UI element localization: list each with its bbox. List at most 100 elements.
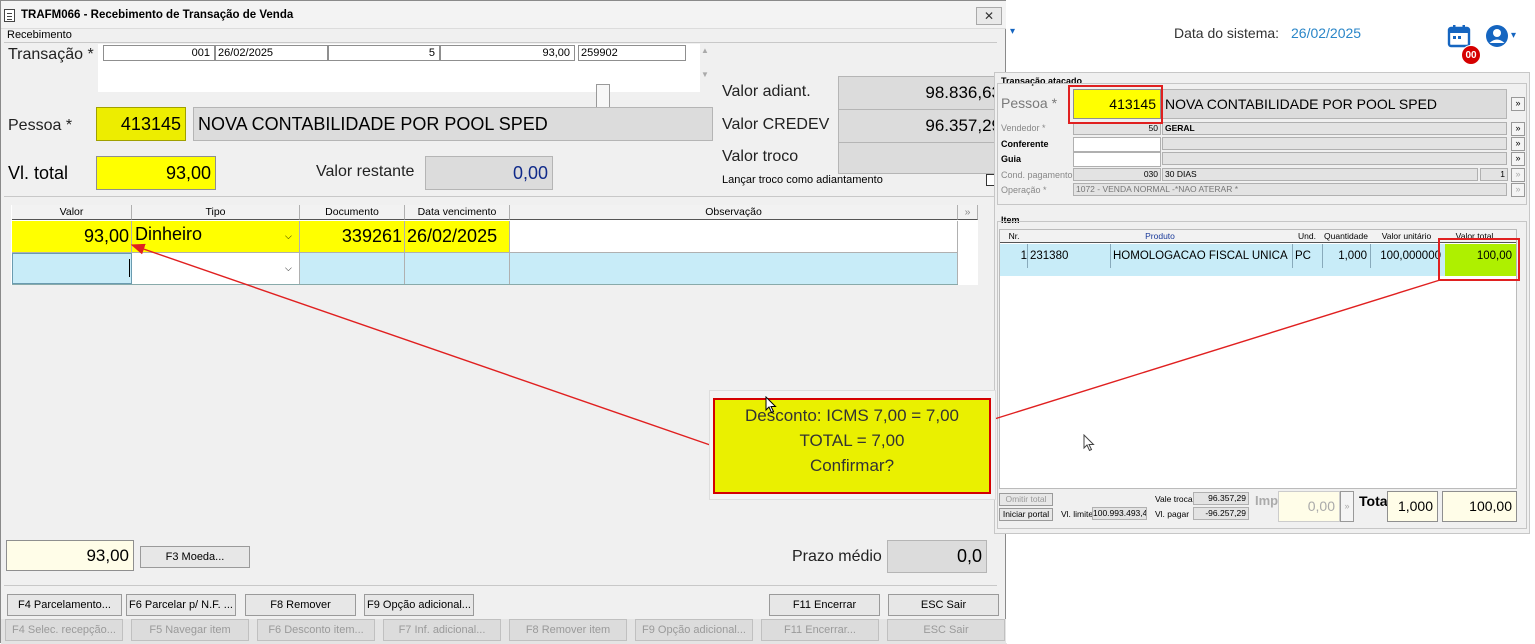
transacao-date[interactable]: 26/02/2025 xyxy=(215,45,328,61)
vendedor-label: Vendedor * xyxy=(1001,123,1046,133)
conferente-label: Conferente xyxy=(1001,139,1049,149)
row-observacao[interactable] xyxy=(510,221,958,252)
new-observacao[interactable] xyxy=(510,253,958,284)
lancar-troco-label: Lançar troco como adiantamento xyxy=(722,174,883,186)
vltotal-field[interactable]: 93,00 xyxy=(96,156,216,190)
col-quantidade[interactable]: Quantidade xyxy=(1322,230,1370,242)
conferente-code[interactable] xyxy=(1073,137,1161,152)
vpagar-field: -96.257,29 xyxy=(1193,507,1249,520)
operacao-field[interactable]: 1072 - VENDA NORMAL -*NAO ATERAR * xyxy=(1073,183,1507,196)
vtroco-label: Vale troca xyxy=(1155,494,1193,504)
guia-more[interactable]: » xyxy=(1511,152,1525,166)
col-valor-unitario[interactable]: Valor unitário xyxy=(1370,230,1443,242)
omitir-total-button[interactable]: Omitir total xyxy=(999,493,1053,506)
new-vencimento[interactable] xyxy=(405,253,510,284)
transacao-value[interactable]: 93,00 xyxy=(440,45,575,61)
divider xyxy=(4,585,997,586)
new-documento[interactable] xyxy=(300,253,405,284)
guia-code[interactable] xyxy=(1073,152,1161,167)
col-und[interactable]: Und. xyxy=(1292,230,1322,242)
table-row[interactable]: 93,00 Dinheiro ⌵ 339261 26/02/2025 xyxy=(12,221,958,253)
text-caret xyxy=(129,259,130,277)
item-product: HOMOLOGACAO FISCAL UNICA xyxy=(1110,244,1292,268)
credev-label: Valor CREDEV xyxy=(722,116,830,133)
ghost-button: F6 Desconto item... xyxy=(257,619,375,641)
troco-field xyxy=(838,142,1006,174)
grid-settings-icon[interactable]: » xyxy=(958,205,978,220)
cond-label: Cond. pagamento * xyxy=(1001,170,1079,180)
atacado-pessoa-label: Pessoa * xyxy=(1001,95,1058,111)
guia-label: Guia xyxy=(1001,154,1022,164)
splitter-handle[interactable] xyxy=(596,84,610,108)
caret-down-icon[interactable]: ▾ xyxy=(1010,26,1015,37)
row-documento[interactable]: 339261 xyxy=(300,221,405,252)
conferente-more[interactable]: » xyxy=(1511,137,1525,151)
table-row-new[interactable]: ⌵ xyxy=(12,253,958,285)
adiant-field: 98.836,63 xyxy=(838,76,1006,110)
atacado-pessoa-more[interactable]: » xyxy=(1511,97,1525,111)
col-produto[interactable]: Produto xyxy=(1028,230,1292,242)
ghost-button: F4 Selec. recepção... xyxy=(5,619,123,641)
chevron-down-icon[interactable]: ⌵ xyxy=(285,231,292,242)
pessoa-code-field[interactable]: 413145 xyxy=(96,107,186,141)
col-observacao-header[interactable]: Observação xyxy=(510,205,958,220)
close-button[interactable]: ✕ xyxy=(976,7,1002,25)
user-icon[interactable] xyxy=(1485,24,1509,48)
system-date-label: Data do sistema: xyxy=(1174,25,1280,41)
vendedor-more[interactable]: » xyxy=(1511,122,1525,136)
row-valor[interactable]: 93,00 xyxy=(12,221,132,252)
f11-encerrar-button[interactable]: F11 Encerrar xyxy=(769,594,880,616)
transacao-code[interactable]: 259902 xyxy=(578,45,686,61)
ghost-button: F5 Navegar item xyxy=(131,619,249,641)
imp-field: 0,00 xyxy=(1278,491,1340,522)
iniciar-portal-button[interactable]: Iniciar portal xyxy=(999,508,1053,521)
transaction-panel: Transação atacado Pessoa * 413145 NOVA C… xyxy=(994,72,1530,534)
operacao-more[interactable]: » xyxy=(1511,183,1525,197)
esc-sair-button[interactable]: ESC Sair xyxy=(888,594,999,616)
window-title: TRAFM066 - Recebimento de Transação de V… xyxy=(21,9,294,21)
popup-line2: TOTAL = 7,00 xyxy=(799,431,905,450)
transacao-scrollbar[interactable]: ▲ ▼ xyxy=(701,47,709,89)
credev-field: 96.357,29 xyxy=(838,109,1006,143)
item-code: 231380 xyxy=(1030,250,1069,262)
notification-badge: 00 xyxy=(1461,45,1481,65)
document-icon xyxy=(4,9,15,22)
f9-opcao-button[interactable]: F9 Opção adicional... xyxy=(364,594,474,616)
ghost-button: ESC Sair xyxy=(887,619,1005,641)
confirmation-popup[interactable]: Desconto: ICMS 7,00 = 7,00 TOTAL = 7,00 … xyxy=(713,398,991,494)
menu-recebimento[interactable]: Recebimento xyxy=(7,29,72,41)
item-nr: 1 xyxy=(1000,244,1028,268)
f4-parcelamento-button[interactable]: F4 Parcelamento... xyxy=(7,594,122,616)
f6-parcelar-button[interactable]: F6 Parcelar p/ N.F. ... xyxy=(126,594,236,616)
col-vencimento-header[interactable]: Data vencimento xyxy=(405,205,510,220)
vltotal-label: Vl. total xyxy=(8,163,69,183)
cond-name: 30 DIAS xyxy=(1162,168,1478,181)
cond-code[interactable]: 030 xyxy=(1073,168,1161,181)
row-tipo[interactable]: Dinheiro xyxy=(132,221,300,252)
restante-label: Valor restante xyxy=(316,163,415,180)
transacao-filial[interactable]: 001 xyxy=(103,45,215,61)
col-documento-header[interactable]: Documento xyxy=(300,205,405,220)
col-tipo-header[interactable]: Tipo xyxy=(132,205,300,220)
row-vencimento[interactable]: 26/02/2025 xyxy=(405,221,510,252)
new-tipo[interactable] xyxy=(132,253,300,284)
col-valor-header[interactable]: Valor xyxy=(12,205,132,220)
pessoa-name-field: NOVA CONTABILIDADE POR POOL SPED xyxy=(193,107,713,141)
transacao-number[interactable]: 5 xyxy=(328,45,440,61)
vendedor-name: GERAL xyxy=(1162,122,1507,135)
vpagar-label: Vl. pagar xyxy=(1155,509,1190,519)
chevron-down-icon[interactable]: ⌵ xyxy=(285,263,292,274)
f8-remover-button[interactable]: F8 Remover xyxy=(245,594,356,616)
annotation-box-valor-total xyxy=(1438,238,1520,281)
item-und: PC xyxy=(1292,244,1322,268)
new-valor[interactable] xyxy=(12,253,132,284)
col-nr[interactable]: Nr. xyxy=(1000,230,1028,242)
atacado-pessoa-name: NOVA CONTABILIDADE POR POOL SPED xyxy=(1162,89,1507,119)
item-unit: 100,000000 xyxy=(1370,244,1443,268)
imp-more[interactable]: » xyxy=(1340,491,1354,522)
f3-moeda-button[interactable]: F3 Moeda... xyxy=(140,546,250,568)
vlimite-label: Vl. limite xyxy=(1061,509,1094,519)
cond-more[interactable]: » xyxy=(1511,168,1525,182)
vtroco-field: 96.357,29 xyxy=(1193,492,1249,505)
caret-down-icon[interactable]: ▾ xyxy=(1511,30,1516,41)
